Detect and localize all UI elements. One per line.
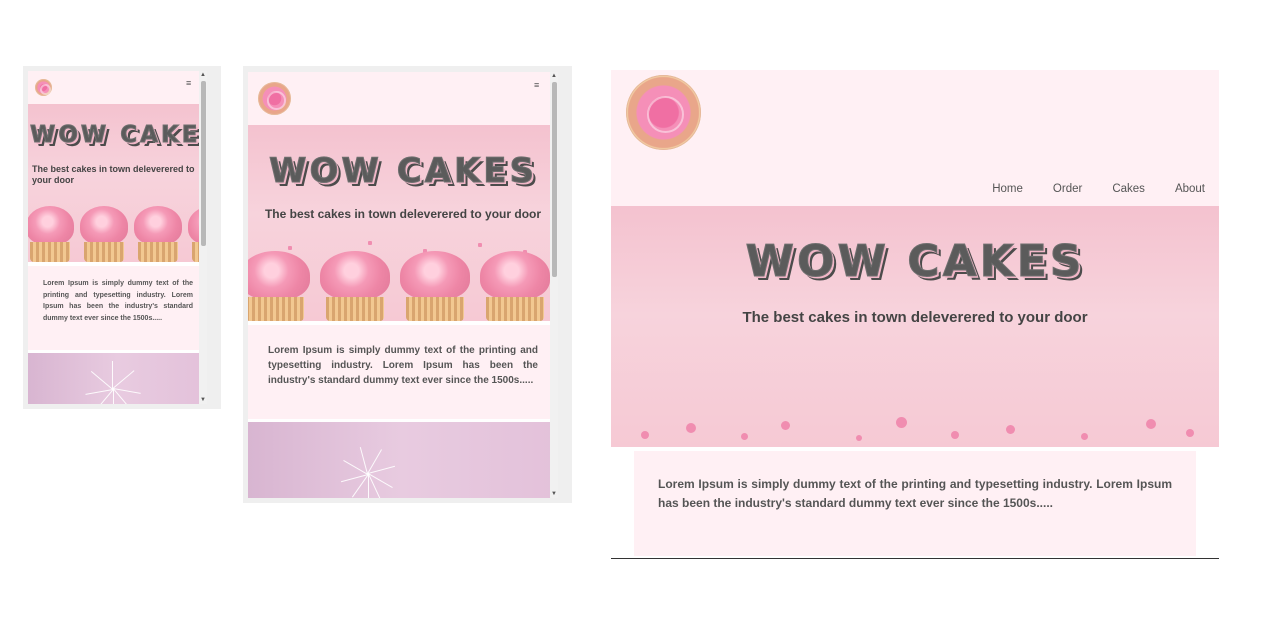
desktop-preview-frame: Home Order Cakes About WOW CAKES The bes… — [611, 70, 1219, 559]
cupcakes-image — [248, 241, 558, 321]
tablet-preview-frame: ≡ WOW CAKES The best cakes in town delev… — [243, 66, 572, 503]
tablet-header: ≡ — [248, 72, 558, 125]
brand-title: WOW CAKES — [268, 151, 538, 192]
nav-link-cakes[interactable]: Cakes — [1112, 183, 1145, 195]
tagline: The best cakes in town deleverered to yo… — [742, 309, 1088, 326]
cupcake-logo-icon[interactable] — [626, 75, 701, 150]
main-nav: Home Order Cakes About — [992, 183, 1205, 195]
scroll-down-arrow[interactable]: ▼ — [550, 490, 558, 498]
scroll-down-arrow[interactable]: ▼ — [199, 396, 207, 404]
brand-title: WOW CAKES — [745, 236, 1085, 288]
cupcake-logo-icon[interactable] — [35, 79, 52, 96]
intro-text: Lorem Ipsum is simply dummy text of the … — [43, 280, 193, 322]
scroll-up-arrow[interactable]: ▲ — [199, 71, 207, 79]
tablet-viewport[interactable]: ≡ WOW CAKES The best cakes in town delev… — [248, 72, 558, 498]
nav-link-order[interactable]: Order — [1053, 183, 1082, 195]
mobile-header: ≡ — [28, 71, 207, 104]
scrollbar[interactable]: ▲ ▼ — [199, 71, 207, 404]
cupcake-logo-icon[interactable] — [258, 82, 291, 115]
mobile-viewport[interactable]: ≡ WOW CAKES The best cakes in town delev… — [28, 71, 207, 404]
scroll-up-arrow[interactable]: ▲ — [550, 72, 558, 80]
tagline: The best cakes in town deleverered to yo… — [32, 164, 195, 185]
scroll-thumb[interactable] — [201, 81, 206, 246]
intro-text: Lorem Ipsum is simply dummy text of the … — [268, 345, 538, 386]
sprinkles-image — [611, 411, 1219, 447]
intro-text-card: Lorem Ipsum is simply dummy text of the … — [248, 325, 558, 419]
scroll-thumb[interactable] — [552, 82, 557, 277]
tagline: The best cakes in town deleverered to yo… — [264, 207, 542, 221]
intro-text-card: Lorem Ipsum is simply dummy text of the … — [634, 451, 1196, 556]
intro-text-card: Lorem Ipsum is simply dummy text of the … — [28, 266, 207, 350]
mobile-hero: WOW CAKES The best cakes in town delever… — [28, 104, 207, 262]
sparkler-image — [28, 353, 207, 404]
cupcakes-image — [28, 200, 207, 262]
nav-link-home[interactable]: Home — [992, 183, 1023, 195]
hamburger-menu-icon[interactable]: ≡ — [534, 80, 539, 90]
intro-text: Lorem Ipsum is simply dummy text of the … — [658, 477, 1172, 510]
tablet-hero: WOW CAKES The best cakes in town delever… — [248, 125, 558, 321]
desktop-header: Home Order Cakes About — [611, 70, 1219, 206]
desktop-viewport[interactable]: Home Order Cakes About WOW CAKES The bes… — [611, 70, 1219, 558]
mobile-preview-frame: ≡ WOW CAKES The best cakes in town delev… — [23, 66, 221, 409]
brand-title: WOW CAKES — [30, 122, 208, 149]
nav-link-about[interactable]: About — [1175, 183, 1205, 195]
sparkler-image — [248, 422, 558, 498]
scrollbar[interactable]: ▲ ▼ — [550, 72, 558, 498]
desktop-hero: WOW CAKES The best cakes in town delever… — [611, 206, 1219, 447]
hamburger-menu-icon[interactable]: ≡ — [186, 78, 191, 88]
